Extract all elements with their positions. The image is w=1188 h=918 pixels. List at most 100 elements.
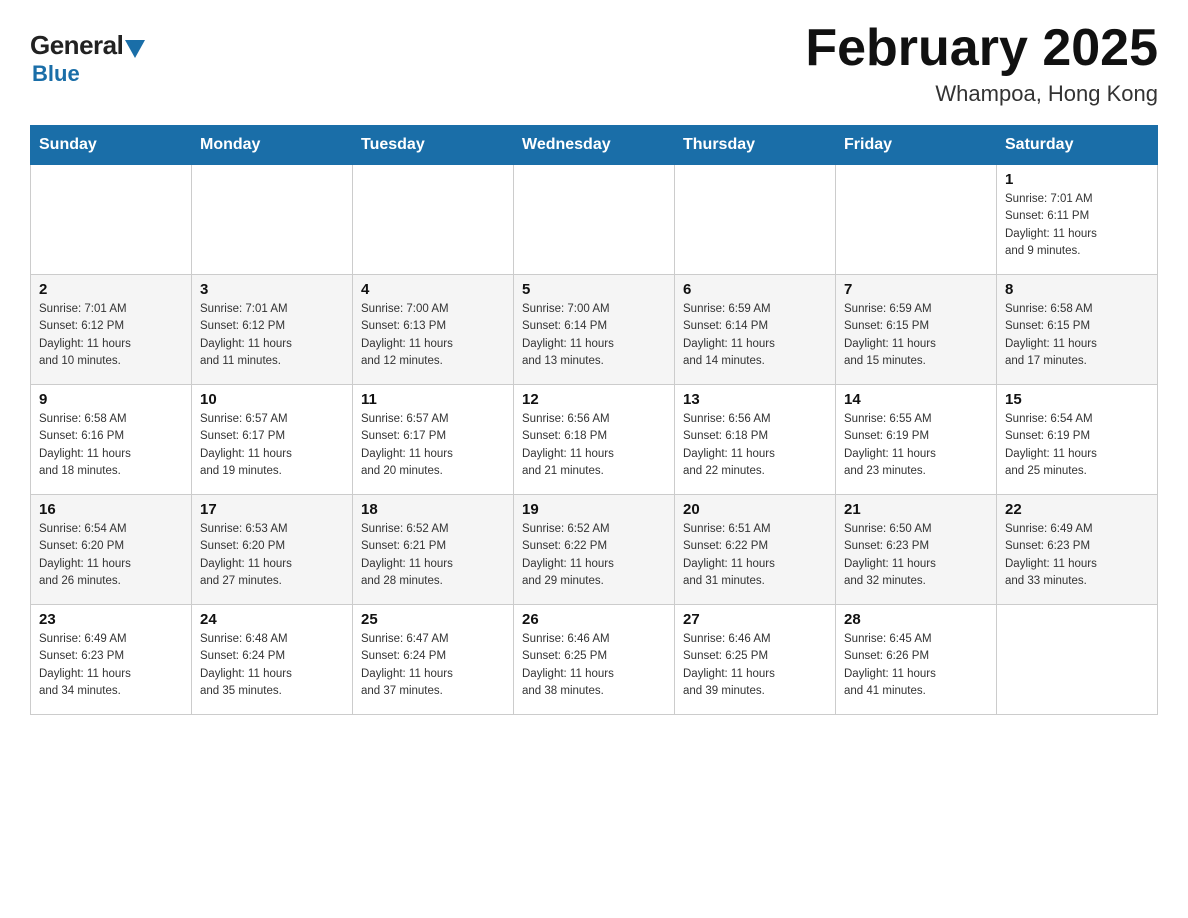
day-number: 8 xyxy=(1005,281,1149,298)
calendar-cell: 3 Sunrise: 7:01 AM Sunset: 6:12 PM Daylig… xyxy=(192,275,353,385)
title-section: February 2025 Whampoa, Hong Kong xyxy=(805,20,1158,107)
calendar-cell: 20Sunrise: 6:51 AM Sunset: 6:22 PM Dayli… xyxy=(675,495,836,605)
calendar-header-thursday: Thursday xyxy=(675,126,836,165)
calendar-cell: 24Sunrise: 6:48 AM Sunset: 6:24 PM Dayli… xyxy=(192,605,353,715)
day-number: 2 xyxy=(39,281,183,298)
day-info: Sunrise: 6:50 AM Sunset: 6:23 PM Dayligh… xyxy=(844,521,988,590)
day-number: 4 xyxy=(361,281,505,298)
calendar-week-row: 16 Sunrise: 6:54 AM Sunset: 6:20 PM Dayli… xyxy=(31,495,1158,605)
calendar-cell xyxy=(675,165,836,275)
day-number: 19 xyxy=(522,501,666,518)
page-header: General Blue February 2025 Whampoa, Hong… xyxy=(30,20,1158,107)
day-number: 22 xyxy=(1005,501,1149,518)
logo: General Blue xyxy=(30,30,145,87)
calendar-cell: 17Sunrise: 6:53 AM Sunset: 6:20 PM Dayli… xyxy=(192,495,353,605)
calendar-cell xyxy=(836,165,997,275)
day-info: Sunrise: 6:58 AM Sunset: 6:16 PM Dayligh… xyxy=(39,411,183,480)
day-number: 6 xyxy=(683,281,827,298)
day-info: Sunrise: 6:57 AM Sunset: 6:17 PM Dayligh… xyxy=(361,411,505,480)
logo-general-text: General xyxy=(30,30,123,61)
calendar-table: SundayMondayTuesdayWednesdayThursdayFrid… xyxy=(30,125,1158,715)
day-number: 13 xyxy=(683,391,827,408)
day-info: Sunrise: 7:00 AM Sunset: 6:13 PM Dayligh… xyxy=(361,301,505,370)
calendar-header-tuesday: Tuesday xyxy=(353,126,514,165)
day-info: Sunrise: 6:49 AM Sunset: 6:23 PM Dayligh… xyxy=(39,631,183,700)
day-number: 25 xyxy=(361,611,505,628)
location-text: Whampoa, Hong Kong xyxy=(805,81,1158,107)
day-info: Sunrise: 6:56 AM Sunset: 6:18 PM Dayligh… xyxy=(683,411,827,480)
day-number: 15 xyxy=(1005,391,1149,408)
calendar-cell: 12 Sunrise: 6:56 AM Sunset: 6:18 PM Dayli… xyxy=(514,385,675,495)
day-number: 24 xyxy=(200,611,344,628)
day-number: 27 xyxy=(683,611,827,628)
calendar-cell: 19 Sunrise: 6:52 AM Sunset: 6:22 PM Dayli… xyxy=(514,495,675,605)
calendar-week-row: 23 Sunrise: 6:49 AM Sunset: 6:23 PM Dayli… xyxy=(31,605,1158,715)
day-number: 18 xyxy=(361,501,505,518)
day-info: Sunrise: 6:46 AM Sunset: 6:25 PM Dayligh… xyxy=(522,631,666,700)
calendar-cell: 14 Sunrise: 6:55 AM Sunset: 6:19 PM Dayli… xyxy=(836,385,997,495)
day-info: Sunrise: 6:46 AM Sunset: 6:25 PM Dayligh… xyxy=(683,631,827,700)
calendar-cell: 4 Sunrise: 7:00 AM Sunset: 6:13 PM Daylig… xyxy=(353,275,514,385)
day-info: Sunrise: 6:59 AM Sunset: 6:14 PM Dayligh… xyxy=(683,301,827,370)
calendar-cell: 1 Sunrise: 7:01 AM Sunset: 6:11 PM Daylig… xyxy=(997,165,1158,275)
calendar-cell: 26 Sunrise: 6:46 AM Sunset: 6:25 PM Dayli… xyxy=(514,605,675,715)
day-number: 9 xyxy=(39,391,183,408)
day-number: 1 xyxy=(1005,171,1149,188)
day-number: 3 xyxy=(200,281,344,298)
calendar-cell: 2 Sunrise: 7:01 AM Sunset: 6:12 PM Daylig… xyxy=(31,275,192,385)
logo-triangle-icon xyxy=(125,40,145,58)
day-number: 11 xyxy=(361,391,505,408)
day-info: Sunrise: 7:01 AM Sunset: 6:11 PM Dayligh… xyxy=(1005,191,1149,260)
calendar-cell: 27 Sunrise: 6:46 AM Sunset: 6:25 PM Dayli… xyxy=(675,605,836,715)
day-info: Sunrise: 6:56 AM Sunset: 6:18 PM Dayligh… xyxy=(522,411,666,480)
day-number: 7 xyxy=(844,281,988,298)
calendar-cell xyxy=(514,165,675,275)
day-number: 16 xyxy=(39,501,183,518)
calendar-week-row: 9 Sunrise: 6:58 AM Sunset: 6:16 PM Daylig… xyxy=(31,385,1158,495)
day-number: 10 xyxy=(200,391,344,408)
calendar-cell xyxy=(997,605,1158,715)
calendar-cell: 8 Sunrise: 6:58 AM Sunset: 6:15 PM Daylig… xyxy=(997,275,1158,385)
day-info: Sunrise: 6:52 AM Sunset: 6:22 PM Dayligh… xyxy=(522,521,666,590)
calendar-cell: 28Sunrise: 6:45 AM Sunset: 6:26 PM Dayli… xyxy=(836,605,997,715)
day-number: 12 xyxy=(522,391,666,408)
day-info: Sunrise: 7:00 AM Sunset: 6:14 PM Dayligh… xyxy=(522,301,666,370)
calendar-header-saturday: Saturday xyxy=(997,126,1158,165)
day-info: Sunrise: 7:01 AM Sunset: 6:12 PM Dayligh… xyxy=(200,301,344,370)
logo-blue-text: Blue xyxy=(32,61,80,87)
day-info: Sunrise: 6:52 AM Sunset: 6:21 PM Dayligh… xyxy=(361,521,505,590)
calendar-cell: 22Sunrise: 6:49 AM Sunset: 6:23 PM Dayli… xyxy=(997,495,1158,605)
day-info: Sunrise: 6:58 AM Sunset: 6:15 PM Dayligh… xyxy=(1005,301,1149,370)
calendar-cell: 25 Sunrise: 6:47 AM Sunset: 6:24 PM Dayli… xyxy=(353,605,514,715)
day-info: Sunrise: 6:47 AM Sunset: 6:24 PM Dayligh… xyxy=(361,631,505,700)
day-info: Sunrise: 6:57 AM Sunset: 6:17 PM Dayligh… xyxy=(200,411,344,480)
calendar-cell: 5 Sunrise: 7:00 AM Sunset: 6:14 PM Daylig… xyxy=(514,275,675,385)
calendar-cell: 21 Sunrise: 6:50 AM Sunset: 6:23 PM Dayli… xyxy=(836,495,997,605)
day-info: Sunrise: 6:55 AM Sunset: 6:19 PM Dayligh… xyxy=(844,411,988,480)
day-info: Sunrise: 6:54 AM Sunset: 6:19 PM Dayligh… xyxy=(1005,411,1149,480)
calendar-header-wednesday: Wednesday xyxy=(514,126,675,165)
calendar-header-friday: Friday xyxy=(836,126,997,165)
day-number: 23 xyxy=(39,611,183,628)
calendar-cell: 7Sunrise: 6:59 AM Sunset: 6:15 PM Daylig… xyxy=(836,275,997,385)
day-number: 5 xyxy=(522,281,666,298)
calendar-cell xyxy=(31,165,192,275)
calendar-cell: 6 Sunrise: 6:59 AM Sunset: 6:14 PM Daylig… xyxy=(675,275,836,385)
day-info: Sunrise: 6:54 AM Sunset: 6:20 PM Dayligh… xyxy=(39,521,183,590)
calendar-cell: 16 Sunrise: 6:54 AM Sunset: 6:20 PM Dayli… xyxy=(31,495,192,605)
day-info: Sunrise: 7:01 AM Sunset: 6:12 PM Dayligh… xyxy=(39,301,183,370)
calendar-cell: 10 Sunrise: 6:57 AM Sunset: 6:17 PM Dayli… xyxy=(192,385,353,495)
day-number: 14 xyxy=(844,391,988,408)
day-number: 20 xyxy=(683,501,827,518)
calendar-cell: 23 Sunrise: 6:49 AM Sunset: 6:23 PM Dayli… xyxy=(31,605,192,715)
calendar-cell: 15 Sunrise: 6:54 AM Sunset: 6:19 PM Dayli… xyxy=(997,385,1158,495)
calendar-header-row: SundayMondayTuesdayWednesdayThursdayFrid… xyxy=(31,126,1158,165)
calendar-cell: 13 Sunrise: 6:56 AM Sunset: 6:18 PM Dayli… xyxy=(675,385,836,495)
calendar-cell: 9 Sunrise: 6:58 AM Sunset: 6:16 PM Daylig… xyxy=(31,385,192,495)
day-number: 26 xyxy=(522,611,666,628)
day-info: Sunrise: 6:45 AM Sunset: 6:26 PM Dayligh… xyxy=(844,631,988,700)
calendar-header-sunday: Sunday xyxy=(31,126,192,165)
day-number: 17 xyxy=(200,501,344,518)
day-number: 21 xyxy=(844,501,988,518)
calendar-cell xyxy=(353,165,514,275)
